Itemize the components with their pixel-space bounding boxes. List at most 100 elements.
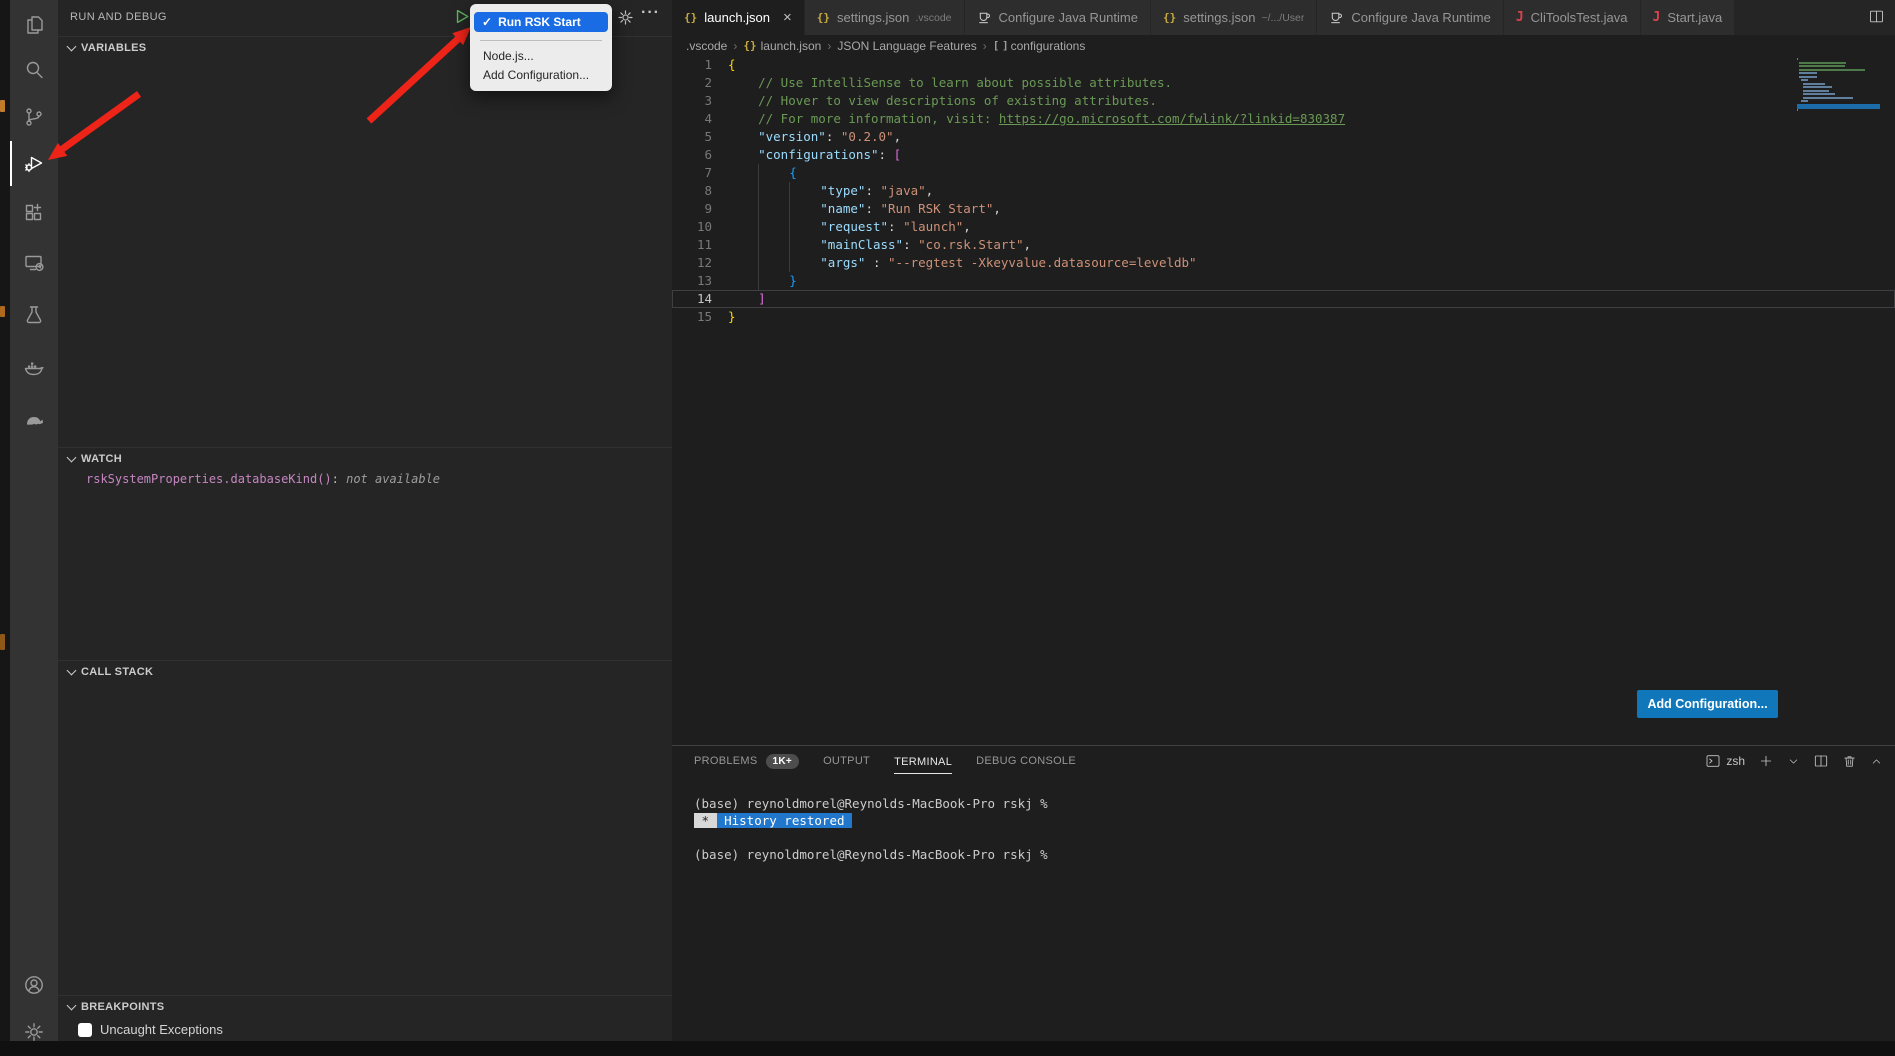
- code-line[interactable]: 1{: [672, 56, 1895, 74]
- config-menu-items: Node.js...Add Configuration...: [470, 47, 612, 85]
- call-stack-section: CALL STACK: [58, 660, 672, 996]
- run-and-debug-icon[interactable]: [10, 139, 58, 187]
- minimap[interactable]: [1797, 56, 1880, 113]
- editor-tab[interactable]: JCliToolsTest.java: [1504, 0, 1641, 35]
- minimap-line: [1797, 109, 1880, 112]
- remote-explorer-icon[interactable]: [10, 239, 58, 287]
- code-line[interactable]: 8 "type": "java",: [672, 182, 1895, 200]
- chevron-down-icon: [67, 666, 77, 676]
- code-line[interactable]: 11 "mainClass": "co.rsk.Start",: [672, 236, 1895, 254]
- editor-tab[interactable]: {}launch.json×: [672, 0, 805, 35]
- start-debugging-button[interactable]: [452, 7, 471, 29]
- close-icon[interactable]: ×: [783, 9, 792, 26]
- line-number: 7: [672, 164, 712, 182]
- code-line[interactable]: 6 "configurations": [: [672, 146, 1895, 164]
- breadcrumb-item[interactable]: [ ]configurations: [993, 39, 1086, 53]
- shell-selector[interactable]: zsh: [1705, 753, 1745, 769]
- open-launch-json-gear-icon[interactable]: [616, 8, 635, 30]
- line-number: 9: [672, 200, 712, 218]
- editor-tab[interactable]: {}settings.json~/.../User: [1151, 0, 1317, 35]
- problems-count-badge: 1K+: [766, 754, 800, 769]
- code-line[interactable]: 9 "name": "Run RSK Start",: [672, 200, 1895, 218]
- watch-expression[interactable]: rskSystemProperties.databaseKind(): not …: [58, 472, 672, 486]
- extensions-icon[interactable]: [10, 189, 58, 237]
- code-line[interactable]: 3 // Hover to view descriptions of exist…: [672, 92, 1895, 110]
- json-file-icon: {}: [1163, 11, 1176, 24]
- editor-tab[interactable]: JStart.java: [1641, 0, 1736, 35]
- source-control-icon[interactable]: [10, 93, 58, 141]
- docker-icon[interactable]: [10, 343, 58, 391]
- menu-item[interactable]: Add Configuration...: [470, 66, 612, 85]
- watch-section-header[interactable]: WATCH: [58, 448, 672, 470]
- code-line[interactable]: 13 }: [672, 272, 1895, 290]
- settings-gear-icon[interactable]: [10, 1008, 58, 1056]
- shell-label: zsh: [1726, 754, 1745, 768]
- new-terminal-icon[interactable]: [1758, 753, 1774, 769]
- menu-item-selected[interactable]: ✓ Run RSK Start: [474, 12, 608, 32]
- java-runtime-cup-icon: [1329, 10, 1344, 25]
- add-configuration-button[interactable]: Add Configuration...: [1637, 690, 1778, 718]
- editor-tab[interactable]: Configure Java Runtime: [1317, 0, 1503, 35]
- terminal-line: * History restored: [694, 812, 1895, 829]
- code-line[interactable]: 2 // Use IntelliSense to learn about pos…: [672, 74, 1895, 92]
- panel-tab-debug-console[interactable]: DEBUG CONSOLE: [976, 746, 1076, 776]
- uncaught-exceptions-checkbox[interactable]: [78, 1023, 92, 1037]
- panel-tab-terminal[interactable]: TERMINAL: [894, 746, 952, 776]
- breakpoints-section-header[interactable]: BREAKPOINTS: [58, 996, 672, 1018]
- editor-group: {}launch.json×{}settings.json.vscodeConf…: [672, 0, 1895, 1041]
- edge-mark: [0, 100, 5, 112]
- code-line[interactable]: 14 ]: [672, 290, 1895, 308]
- search-icon[interactable]: [10, 46, 58, 94]
- code-line[interactable]: 5 "version": "0.2.0",: [672, 128, 1895, 146]
- panel-actions: zsh: [1705, 746, 1883, 776]
- code-line[interactable]: 15}: [672, 308, 1895, 326]
- editor-tab[interactable]: Configure Java Runtime: [965, 0, 1151, 35]
- breakpoint-row: Uncaught Exceptions: [58, 1022, 672, 1037]
- editor-actions: [1868, 0, 1895, 35]
- views-more-actions-icon[interactable]: ···: [641, 4, 660, 22]
- watch-section: WATCH rskSystemProperties.databaseKind()…: [58, 447, 672, 661]
- code-line[interactable]: 10 "request": "launch",: [672, 218, 1895, 236]
- line-number: 2: [672, 74, 712, 92]
- tab-strip: {}launch.json×{}settings.json.vscodeConf…: [672, 0, 1735, 35]
- testing-icon[interactable]: [10, 291, 58, 339]
- chevron-down-icon: [67, 42, 77, 52]
- breadcrumb-item[interactable]: {}launch.json: [743, 39, 821, 53]
- run-and-debug-sidebar: RUN AND DEBUG VARIABLES WATCH rskSystemP…: [58, 0, 672, 1041]
- line-number: 10: [672, 218, 712, 236]
- breadcrumb-item[interactable]: .vscode: [686, 39, 727, 53]
- bottom-panel: PROBLEMS1K+ OUTPUT TERMINAL DEBUG CONSOLE z…: [672, 745, 1895, 1041]
- maximize-panel-chevron-icon[interactable]: [1870, 755, 1883, 768]
- breadcrumb-item[interactable]: JSON Language Features: [837, 39, 976, 53]
- code-line[interactable]: 4 // For more information, visit: https:…: [672, 110, 1895, 128]
- java-runtime-cup-icon: [977, 10, 992, 25]
- code-line[interactable]: 12 "args" : "--regtest -Xkeyvalue.dataso…: [672, 254, 1895, 272]
- split-terminal-icon[interactable]: [1813, 753, 1829, 769]
- explorer-icon[interactable]: [10, 1, 58, 49]
- active-view-indicator: [10, 141, 12, 186]
- panel-tab-output[interactable]: OUTPUT: [823, 746, 870, 776]
- panel-tab-problems[interactable]: PROBLEMS1K+: [694, 746, 799, 776]
- line-number: 5: [672, 128, 712, 146]
- split-editor-icon[interactable]: [1868, 8, 1885, 28]
- code-editor[interactable]: 1{2 // Use IntelliSense to learn about p…: [672, 56, 1895, 745]
- kill-terminal-trash-icon[interactable]: [1842, 754, 1857, 769]
- edge-mark: [0, 306, 5, 317]
- line-number: 14: [672, 290, 712, 308]
- launch-profile-chevron-icon[interactable]: [1787, 755, 1800, 768]
- call-stack-section-header[interactable]: CALL STACK: [58, 661, 672, 683]
- menu-item[interactable]: Node.js...: [470, 47, 612, 66]
- code-line[interactable]: 7 {: [672, 164, 1895, 182]
- breadcrumb-separator: ›: [983, 39, 987, 53]
- line-number: 11: [672, 236, 712, 254]
- terminal-content[interactable]: (base) reynoldmorel@Reynolds-MacBook-Pro…: [694, 776, 1895, 1041]
- breadcrumb: .vscode›{}launch.json›JSON Language Feat…: [672, 35, 1895, 56]
- account-icon[interactable]: [10, 961, 58, 1009]
- line-number: 8: [672, 182, 712, 200]
- vscode-window: RUN AND DEBUG VARIABLES WATCH rskSystemP…: [0, 0, 1895, 1041]
- java-file-icon: J: [1653, 10, 1661, 25]
- background-window-edge: [0, 0, 10, 1041]
- code-lines: 1{2 // Use IntelliSense to learn about p…: [672, 56, 1895, 326]
- gradle-icon[interactable]: [10, 394, 58, 442]
- editor-tab[interactable]: {}settings.json.vscode: [805, 0, 965, 35]
